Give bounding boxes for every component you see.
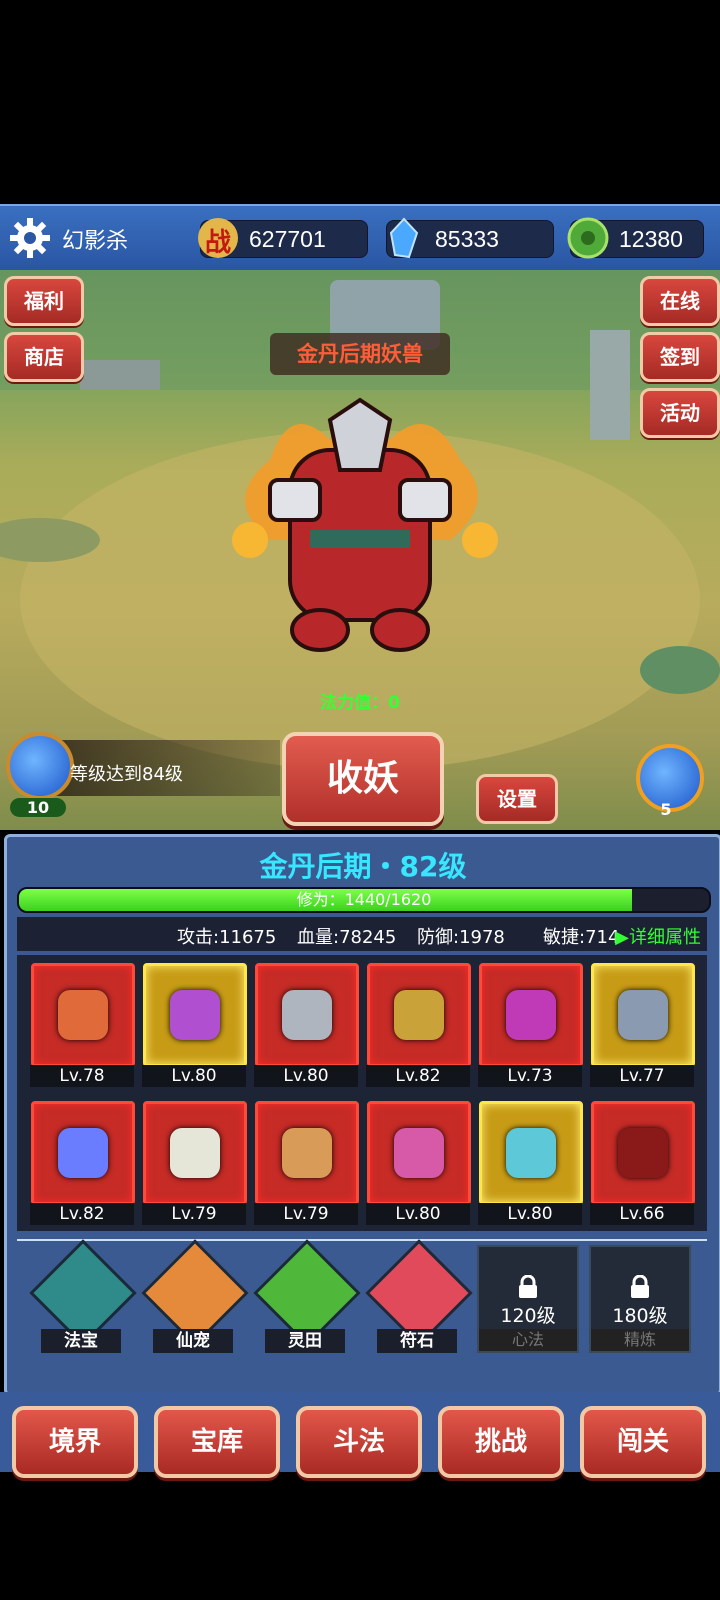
player-name: 幻影杀 (62, 229, 129, 254)
monster-sprite[interactable] (210, 380, 510, 680)
detail-attributes-link[interactable]: ▶详细属性 (615, 923, 701, 949)
equipment-slot[interactable] (31, 963, 135, 1067)
equipment-level: Lv.82 (30, 1203, 134, 1225)
equipment-level: Lv.80 (142, 1065, 246, 1087)
pendant-icon (506, 1128, 556, 1178)
activity-button[interactable]: 活动 (640, 388, 720, 438)
quest-text: 等级达到84级 (70, 764, 183, 785)
bracer-icon (282, 1128, 332, 1178)
character-panel: 金丹后期・82级 修为：1440/1620 攻击:11675 血量:78245 … (4, 834, 720, 1396)
feature-treasure[interactable]: 法宝 (29, 1239, 137, 1353)
nav-challenge-button[interactable]: 挑战 (438, 1406, 564, 1478)
defense-stat: 防御:1978 (417, 927, 505, 948)
nav-duel-button[interactable]: 斗法 (296, 1406, 422, 1478)
equipment-grid: Lv.78 Lv.80 Lv.80 Lv.82 Lv.73 Lv.77 Lv.82 Lv.79… (17, 955, 707, 1231)
shop-button[interactable]: 商店 (4, 332, 84, 382)
pouch-icon (170, 990, 220, 1040)
feature-label: 仙宠 (153, 1329, 233, 1353)
equipment-slot[interactable] (591, 963, 695, 1067)
jade-value: 12380 (619, 226, 683, 252)
agility-stat: 敏捷:714 (543, 927, 620, 948)
settings-gear-icon[interactable] (8, 216, 52, 260)
attack-stat: 攻击:11675 (177, 927, 277, 948)
equipment-slot[interactable] (255, 1101, 359, 1205)
boss-title: 金丹后期妖兽 (270, 333, 450, 375)
sword-icon (58, 990, 108, 1040)
panel-divider (17, 1239, 707, 1241)
equipment-slot[interactable] (479, 963, 583, 1067)
equipment-level: Lv.77 (590, 1065, 694, 1087)
stats-row: 攻击:11675 血量:78245 防御:1978 敏捷:714 ▶详细属性 (17, 917, 707, 951)
jade-coin-icon (565, 215, 611, 261)
equipment-level: Lv.66 (590, 1203, 694, 1225)
equipment-slot[interactable] (367, 1101, 471, 1205)
boots-icon (170, 1128, 220, 1178)
bottom-nav: 境界 宝库 斗法 挑战 闯关 (0, 1392, 720, 1478)
lock-icon (517, 1274, 539, 1303)
equipment-level: Lv.73 (478, 1065, 582, 1087)
battle-scene: 福利 商店 在线 签到 活动 金丹后期妖兽 法力值：0 10 等级达到84级 收… (0, 270, 720, 830)
nav-stage-button[interactable]: 闯关 (580, 1406, 706, 1478)
left-potion-count: 10 (10, 798, 66, 817)
nav-treasury-button[interactable]: 宝库 (154, 1406, 280, 1478)
equipment-slot[interactable] (367, 963, 471, 1067)
power-counter: 战 627701 (198, 218, 368, 258)
gauntlet-icon (282, 990, 332, 1040)
equipment-level: Lv.80 (478, 1203, 582, 1225)
jade-counter: 12380 (567, 217, 704, 259)
realm-level: 金丹后期・82级 (259, 850, 467, 883)
equipment-level: Lv.80 (366, 1203, 470, 1225)
equipment-slot[interactable] (591, 1101, 695, 1205)
locked-feature-name: 心法 (479, 1329, 577, 1351)
locked-feature[interactable]: 180级 精炼 (589, 1245, 691, 1353)
feature-label: 灵田 (265, 1329, 345, 1353)
crystal-icon (381, 215, 427, 261)
feature-field[interactable]: 灵田 (253, 1239, 361, 1353)
bracelet-icon (58, 1128, 108, 1178)
equipment-slot[interactable] (143, 1101, 247, 1205)
equipment-level: Lv.78 (30, 1065, 134, 1087)
belt-icon (618, 1128, 668, 1178)
battle-power-icon: 战 (195, 215, 241, 261)
equipment-level: Lv.79 (254, 1203, 358, 1225)
equipment-slot[interactable] (31, 1101, 135, 1205)
power-value: 627701 (249, 226, 326, 252)
checkin-button[interactable]: 签到 (640, 332, 720, 382)
equipment-slot[interactable] (479, 1101, 583, 1205)
equipment-slot[interactable] (143, 963, 247, 1067)
hp-stat: 血量:78245 (297, 927, 397, 948)
equipment-level: Lv.79 (142, 1203, 246, 1225)
feature-label: 法宝 (41, 1329, 121, 1353)
unlock-level: 180级 (612, 1305, 668, 1327)
crystal-counter: 85333 (386, 217, 554, 259)
feature-rune[interactable]: 符石 (365, 1239, 473, 1353)
catch-monster-button[interactable]: 收妖 (282, 732, 444, 826)
locked-feature-name: 精炼 (591, 1329, 689, 1351)
welfare-button[interactable]: 福利 (4, 276, 84, 326)
potion-left-icon[interactable] (6, 732, 74, 800)
online-button[interactable]: 在线 (640, 276, 720, 326)
feature-pet[interactable]: 仙宠 (141, 1239, 249, 1353)
settings-button[interactable]: 设置 (476, 774, 558, 824)
mana-value: 法力值：0 (320, 693, 400, 713)
ring-icon (394, 990, 444, 1040)
feature-label: 符石 (377, 1329, 457, 1353)
crystal-value: 85333 (435, 226, 499, 252)
cultivation-bar: 修为：1440/1620 (17, 887, 711, 913)
equipment-slot[interactable] (255, 963, 359, 1067)
nav-realm-button[interactable]: 境界 (12, 1406, 138, 1478)
locked-feature[interactable]: 120级 心法 (477, 1245, 579, 1353)
top-bar: 幻影杀 战 627701 85333 12380 (0, 204, 720, 272)
wings-icon (394, 1128, 444, 1178)
helmet-icon (506, 990, 556, 1040)
armor-icon (618, 990, 668, 1040)
equipment-level: Lv.80 (254, 1065, 358, 1087)
unlock-level: 120级 (500, 1305, 556, 1327)
cultivation-text: 修为：1440/1620 (296, 890, 432, 909)
equipment-level: Lv.82 (366, 1065, 470, 1087)
right-potion-count: 5 (660, 800, 672, 819)
lock-icon (629, 1274, 651, 1303)
